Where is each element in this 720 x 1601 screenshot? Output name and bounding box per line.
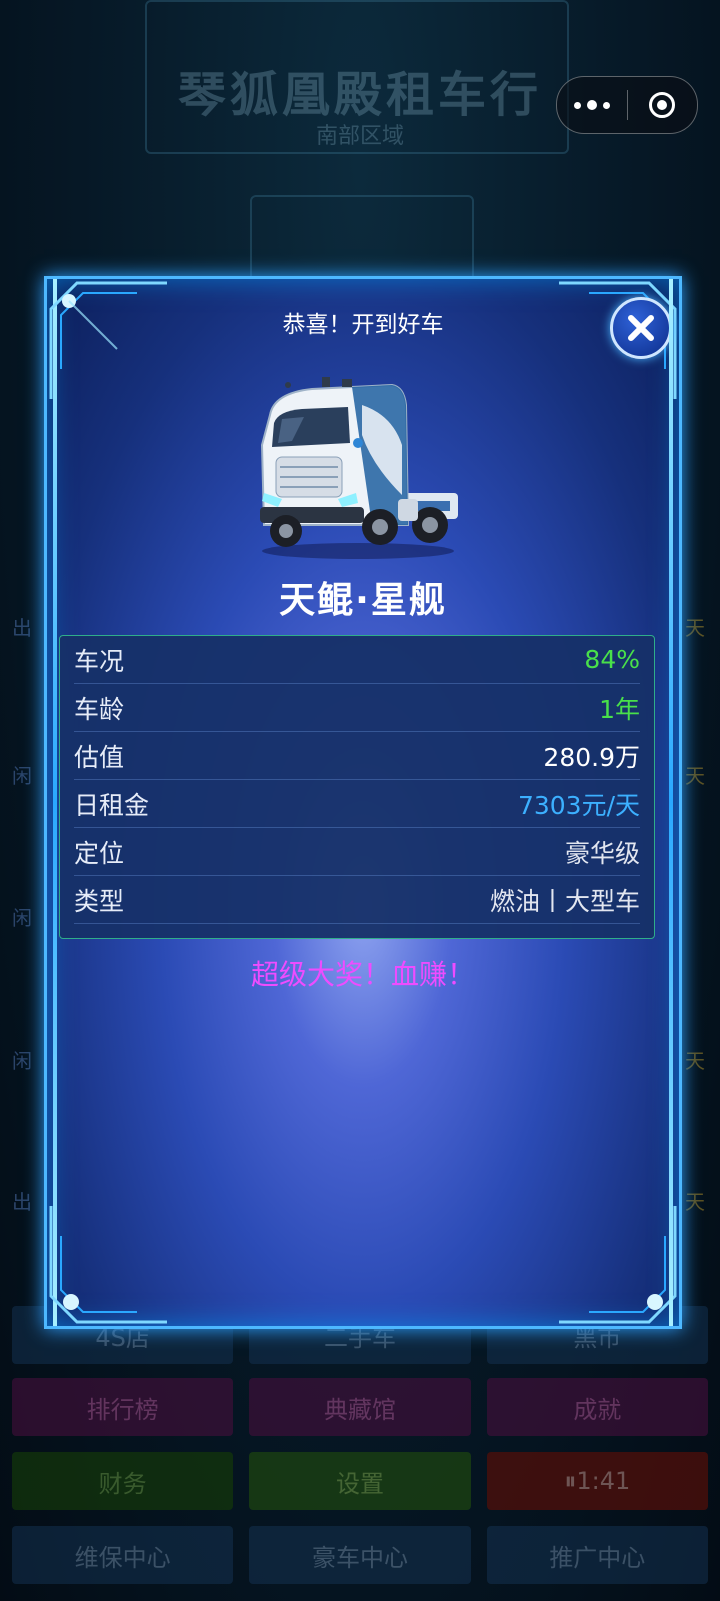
stat-type: 类型 燃油丨大型车 <box>74 876 640 924</box>
close-button[interactable] <box>610 297 672 359</box>
bg-menu-row-4: 维保中心 豪车中心 推广中心 <box>12 1526 708 1584</box>
bg-btn-maintenance: 维保中心 <box>12 1526 234 1584</box>
reward-modal: 恭喜！开到好车 天鲲·星舰 车况 84% 车龄 1年 估值 280.9万 日租金… <box>44 276 682 1329</box>
stat-daily-rent: 日租金 7303元/天 <box>74 780 640 828</box>
bg-side-left-3: 闲 <box>12 906 32 930</box>
truck-image <box>260 377 458 559</box>
bg-side-left-2: 闲 <box>12 764 32 788</box>
bg-btn-pause-timer: ⏸1:41 <box>486 1452 708 1510</box>
bg-btn-finance: 财务 <box>12 1452 234 1510</box>
stat-value: 84% <box>584 645 640 674</box>
stat-value: 1年 <box>599 694 640 724</box>
bg-side-right-2: 天 <box>685 764 705 788</box>
bg-btn-achievements: 成就 <box>486 1378 708 1436</box>
bg-btn-luxury: 豪车中心 <box>249 1526 471 1584</box>
jackpot-message: 超级大奖！血赚！ <box>250 958 475 991</box>
stat-valuation: 估值 280.9万 <box>74 732 640 780</box>
target-close-icon[interactable] <box>628 77 698 133</box>
car-stats-table: 车况 84% 车龄 1年 估值 280.9万 日租金 7303元/天 定位 豪华… <box>59 635 655 939</box>
stat-value: 280.9万 <box>543 742 640 772</box>
stat-label: 定位 <box>74 838 125 868</box>
bg-btn-settings: 设置 <box>249 1452 471 1510</box>
bg-menu-row-2: 排行榜 典藏馆 成就 <box>12 1378 708 1436</box>
stat-age: 车龄 1年 <box>74 684 640 732</box>
stat-condition: 车况 84% <box>74 636 640 684</box>
modal-title: 恭喜！开到好车 <box>282 312 444 338</box>
close-x-icon <box>628 315 654 341</box>
car-name: 天鲲·星舰 <box>279 580 447 621</box>
bg-side-right-4: 天 <box>685 1190 705 1214</box>
stat-label: 车况 <box>74 646 125 676</box>
corner-ornament-icon <box>49 1206 167 1324</box>
bg-side-right-1: 天 <box>685 616 705 640</box>
stat-label: 车龄 <box>74 694 125 724</box>
bg-btn-ranking: 排行榜 <box>12 1378 234 1436</box>
more-dots-icon[interactable] <box>557 77 627 133</box>
stat-value: 豪华级 <box>564 838 640 868</box>
bg-side-right-3: 天 <box>685 1049 705 1073</box>
bg-btn-collection: 典藏馆 <box>249 1378 471 1436</box>
bg-menu-row-3: 财务 设置 ⏸1:41 <box>12 1452 708 1510</box>
bg-side-left-4: 闲 <box>12 1049 32 1073</box>
stat-label: 日租金 <box>74 790 150 820</box>
miniprogram-capsule <box>556 76 698 134</box>
bg-side-left-5: 出 <box>12 1190 32 1214</box>
stat-value: 7303元/天 <box>517 790 640 820</box>
corner-ornament-icon <box>559 1206 677 1324</box>
bg-side-left-1: 出 <box>12 616 32 640</box>
stat-label: 类型 <box>74 886 125 916</box>
stat-value: 燃油丨大型车 <box>489 886 640 916</box>
bg-btn-promotion: 推广中心 <box>486 1526 708 1584</box>
stat-positioning: 定位 豪华级 <box>74 828 640 876</box>
stat-label: 估值 <box>74 742 125 772</box>
corner-ornament-icon <box>49 281 167 399</box>
